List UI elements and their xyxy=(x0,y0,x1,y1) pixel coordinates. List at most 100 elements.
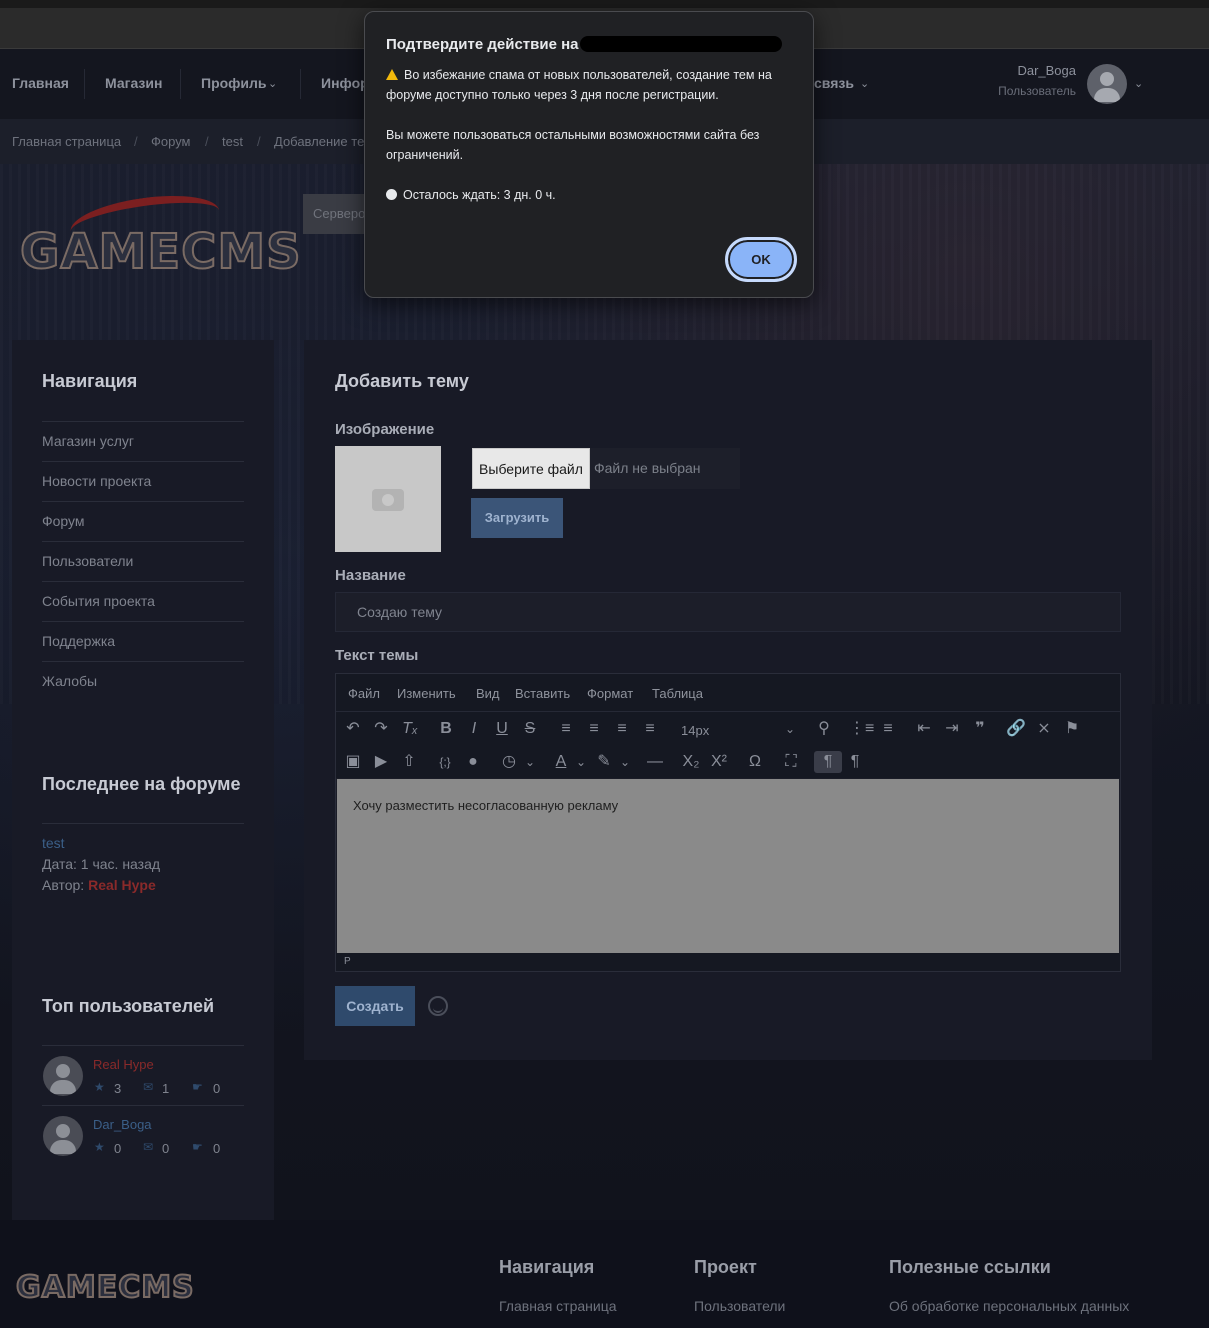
clock-icon[interactable]: ◷ xyxy=(498,751,520,773)
footer-link[interactable]: Об обработке персональных данных xyxy=(889,1298,1129,1314)
numbered-list-icon[interactable]: ≡ xyxy=(877,718,899,740)
divider xyxy=(42,621,244,622)
upload-button[interactable]: Загрузить xyxy=(471,498,563,538)
user-menu[interactable]: Dar_Boga Пользователь xyxy=(998,63,1076,98)
code-icon[interactable]: {;} xyxy=(434,751,456,773)
bold-icon[interactable]: B xyxy=(435,718,457,740)
avatar[interactable] xyxy=(43,1056,83,1096)
create-button[interactable]: Создать xyxy=(335,986,415,1026)
strikethrough-icon[interactable]: S xyxy=(519,718,541,740)
bullet-list-icon[interactable]: ⋮≡ xyxy=(849,718,874,740)
underline-icon[interactable]: U xyxy=(491,718,513,740)
footer-link[interactable]: Пользователи xyxy=(694,1298,785,1314)
breadcrumb-forum[interactable]: Форум xyxy=(151,134,191,149)
topic-title-input[interactable]: Создаю тему xyxy=(335,592,1121,632)
chevron-down-icon[interactable]: ⌄ xyxy=(779,718,801,740)
choose-file-button[interactable]: Выберите файл xyxy=(472,448,590,489)
chevron-down-icon[interactable]: ⌄ xyxy=(1134,77,1143,90)
indent-icon[interactable]: ⇥ xyxy=(941,718,963,740)
image-icon[interactable]: ▣ xyxy=(342,751,364,773)
chevron-down-icon[interactable]: ⌄ xyxy=(570,751,592,773)
italic-icon[interactable]: I xyxy=(463,718,485,740)
footer-link[interactable]: Главная страница xyxy=(499,1298,617,1314)
chevron-down-icon[interactable]: ⌄ xyxy=(519,751,541,773)
file-status: Файл не выбран xyxy=(590,448,740,489)
smiley-icon[interactable] xyxy=(428,996,448,1016)
sidebar-item-users[interactable]: Пользователи xyxy=(42,553,133,569)
highlight-icon[interactable]: ✎ xyxy=(593,751,615,773)
divider xyxy=(42,421,244,422)
sidebar-item-shop[interactable]: Магазин услуг xyxy=(42,433,134,449)
footer-logo[interactable]: GAMECMS xyxy=(15,1269,195,1306)
nav-contact[interactable]: связь xyxy=(814,49,854,119)
sidebar-item-forum[interactable]: Форум xyxy=(42,513,85,529)
breadcrumb-separator: / xyxy=(205,134,209,149)
nav-separator xyxy=(300,69,301,99)
link-icon[interactable]: 🔗 xyxy=(1005,718,1027,740)
forum-post-link[interactable]: test xyxy=(42,835,65,851)
breadcrumb-current: Добавление те xyxy=(274,134,365,149)
emoji-icon[interactable]: ● xyxy=(462,751,484,773)
subscript-icon[interactable]: X₂ xyxy=(680,751,702,773)
redo-icon[interactable]: ↷ xyxy=(370,718,392,740)
undo-icon[interactable]: ↶ xyxy=(342,718,364,740)
server-widget[interactable]: Серверо xyxy=(303,194,368,234)
align-justify-icon[interactable]: ≡ xyxy=(639,718,661,740)
upload-image-icon[interactable]: ⇧ xyxy=(398,751,420,773)
sidebar-item-news[interactable]: Новости проекта xyxy=(42,473,151,489)
top-user-name[interactable]: Real Hype xyxy=(93,1057,154,1072)
sidebar-item-support[interactable]: Поддержка xyxy=(42,633,115,649)
ltr-icon[interactable]: ¶ xyxy=(844,751,866,773)
align-center-icon[interactable]: ≡ xyxy=(583,718,605,740)
clear-format-icon[interactable]: Tₓ xyxy=(399,718,421,740)
editor-content[interactable]: Хочу разместить несогласованную рекламу xyxy=(337,779,1119,953)
special-char-icon[interactable]: Ω xyxy=(744,751,766,773)
editor-toolbar: ↶ ↷ Tₓ B I U S ≡ ≡ ≡ ≡ 14px ⌄ ⚲ ⋮≡ ≡ ⇤ ⇥… xyxy=(336,712,1120,778)
align-right-icon[interactable]: ≡ xyxy=(611,718,633,740)
site-logo[interactable]: GAMECMS xyxy=(19,223,302,281)
superscript-icon[interactable]: X² xyxy=(708,751,730,773)
camera-icon xyxy=(372,489,404,511)
quote-icon[interactable]: ❞ xyxy=(969,718,991,740)
author-link[interactable]: Real Hype xyxy=(88,877,156,893)
dialog-title: Подтвердите действие на xyxy=(386,36,579,53)
media-icon[interactable]: ▶ xyxy=(370,751,392,773)
menu-format[interactable]: Формат xyxy=(587,686,633,701)
breadcrumb-test[interactable]: test xyxy=(222,134,243,149)
top-user-name[interactable]: Dar_Boga xyxy=(93,1117,152,1132)
align-left-icon[interactable]: ≡ xyxy=(555,718,577,740)
user-name: Dar_Boga xyxy=(1017,63,1076,78)
unlink-icon[interactable]: ⨯ xyxy=(1033,718,1055,740)
fullscreen-icon[interactable]: ⛶ xyxy=(780,751,802,773)
nav-info[interactable]: Инфор xyxy=(321,49,369,119)
font-size-select[interactable]: 14px xyxy=(681,723,709,738)
divider xyxy=(42,823,244,824)
rtl-icon[interactable]: ¶ xyxy=(814,751,842,773)
avatar[interactable] xyxy=(1087,64,1127,104)
search-icon[interactable]: ⚲ xyxy=(813,718,835,740)
text-color-icon[interactable]: A xyxy=(550,751,572,773)
menu-insert[interactable]: Вставить xyxy=(515,686,570,701)
menu-table[interactable]: Таблица xyxy=(652,686,703,701)
stopwatch-icon xyxy=(386,189,397,200)
outdent-icon[interactable]: ⇤ xyxy=(913,718,935,740)
nav-profile[interactable]: Профиль xyxy=(201,49,267,119)
nav-home[interactable]: Главная xyxy=(12,49,69,119)
menu-file[interactable]: Файл xyxy=(348,686,380,701)
sidebar-top-title: Топ пользователей xyxy=(42,996,215,1016)
image-label: Изображение xyxy=(335,421,435,438)
breadcrumb-home[interactable]: Главная страница xyxy=(12,134,121,149)
horizontal-line-icon[interactable]: — xyxy=(644,751,666,773)
star-icon: ★ xyxy=(94,1140,105,1154)
nav-shop[interactable]: Магазин xyxy=(105,49,162,119)
dialog-line-1: Во избежание спама от новых пользователе… xyxy=(386,68,772,102)
sidebar-item-events[interactable]: События проекта xyxy=(42,593,155,609)
ok-button[interactable]: OK xyxy=(725,237,797,282)
avatar[interactable] xyxy=(43,1116,83,1156)
envelope-icon: ✉ xyxy=(143,1080,154,1094)
menu-edit[interactable]: Изменить xyxy=(397,686,456,701)
menu-view[interactable]: Вид xyxy=(476,686,500,701)
chevron-down-icon[interactable]: ⌄ xyxy=(614,751,636,773)
bookmark-icon[interactable]: ⚑ xyxy=(1061,718,1083,740)
sidebar-item-complaints[interactable]: Жалобы xyxy=(42,673,97,689)
